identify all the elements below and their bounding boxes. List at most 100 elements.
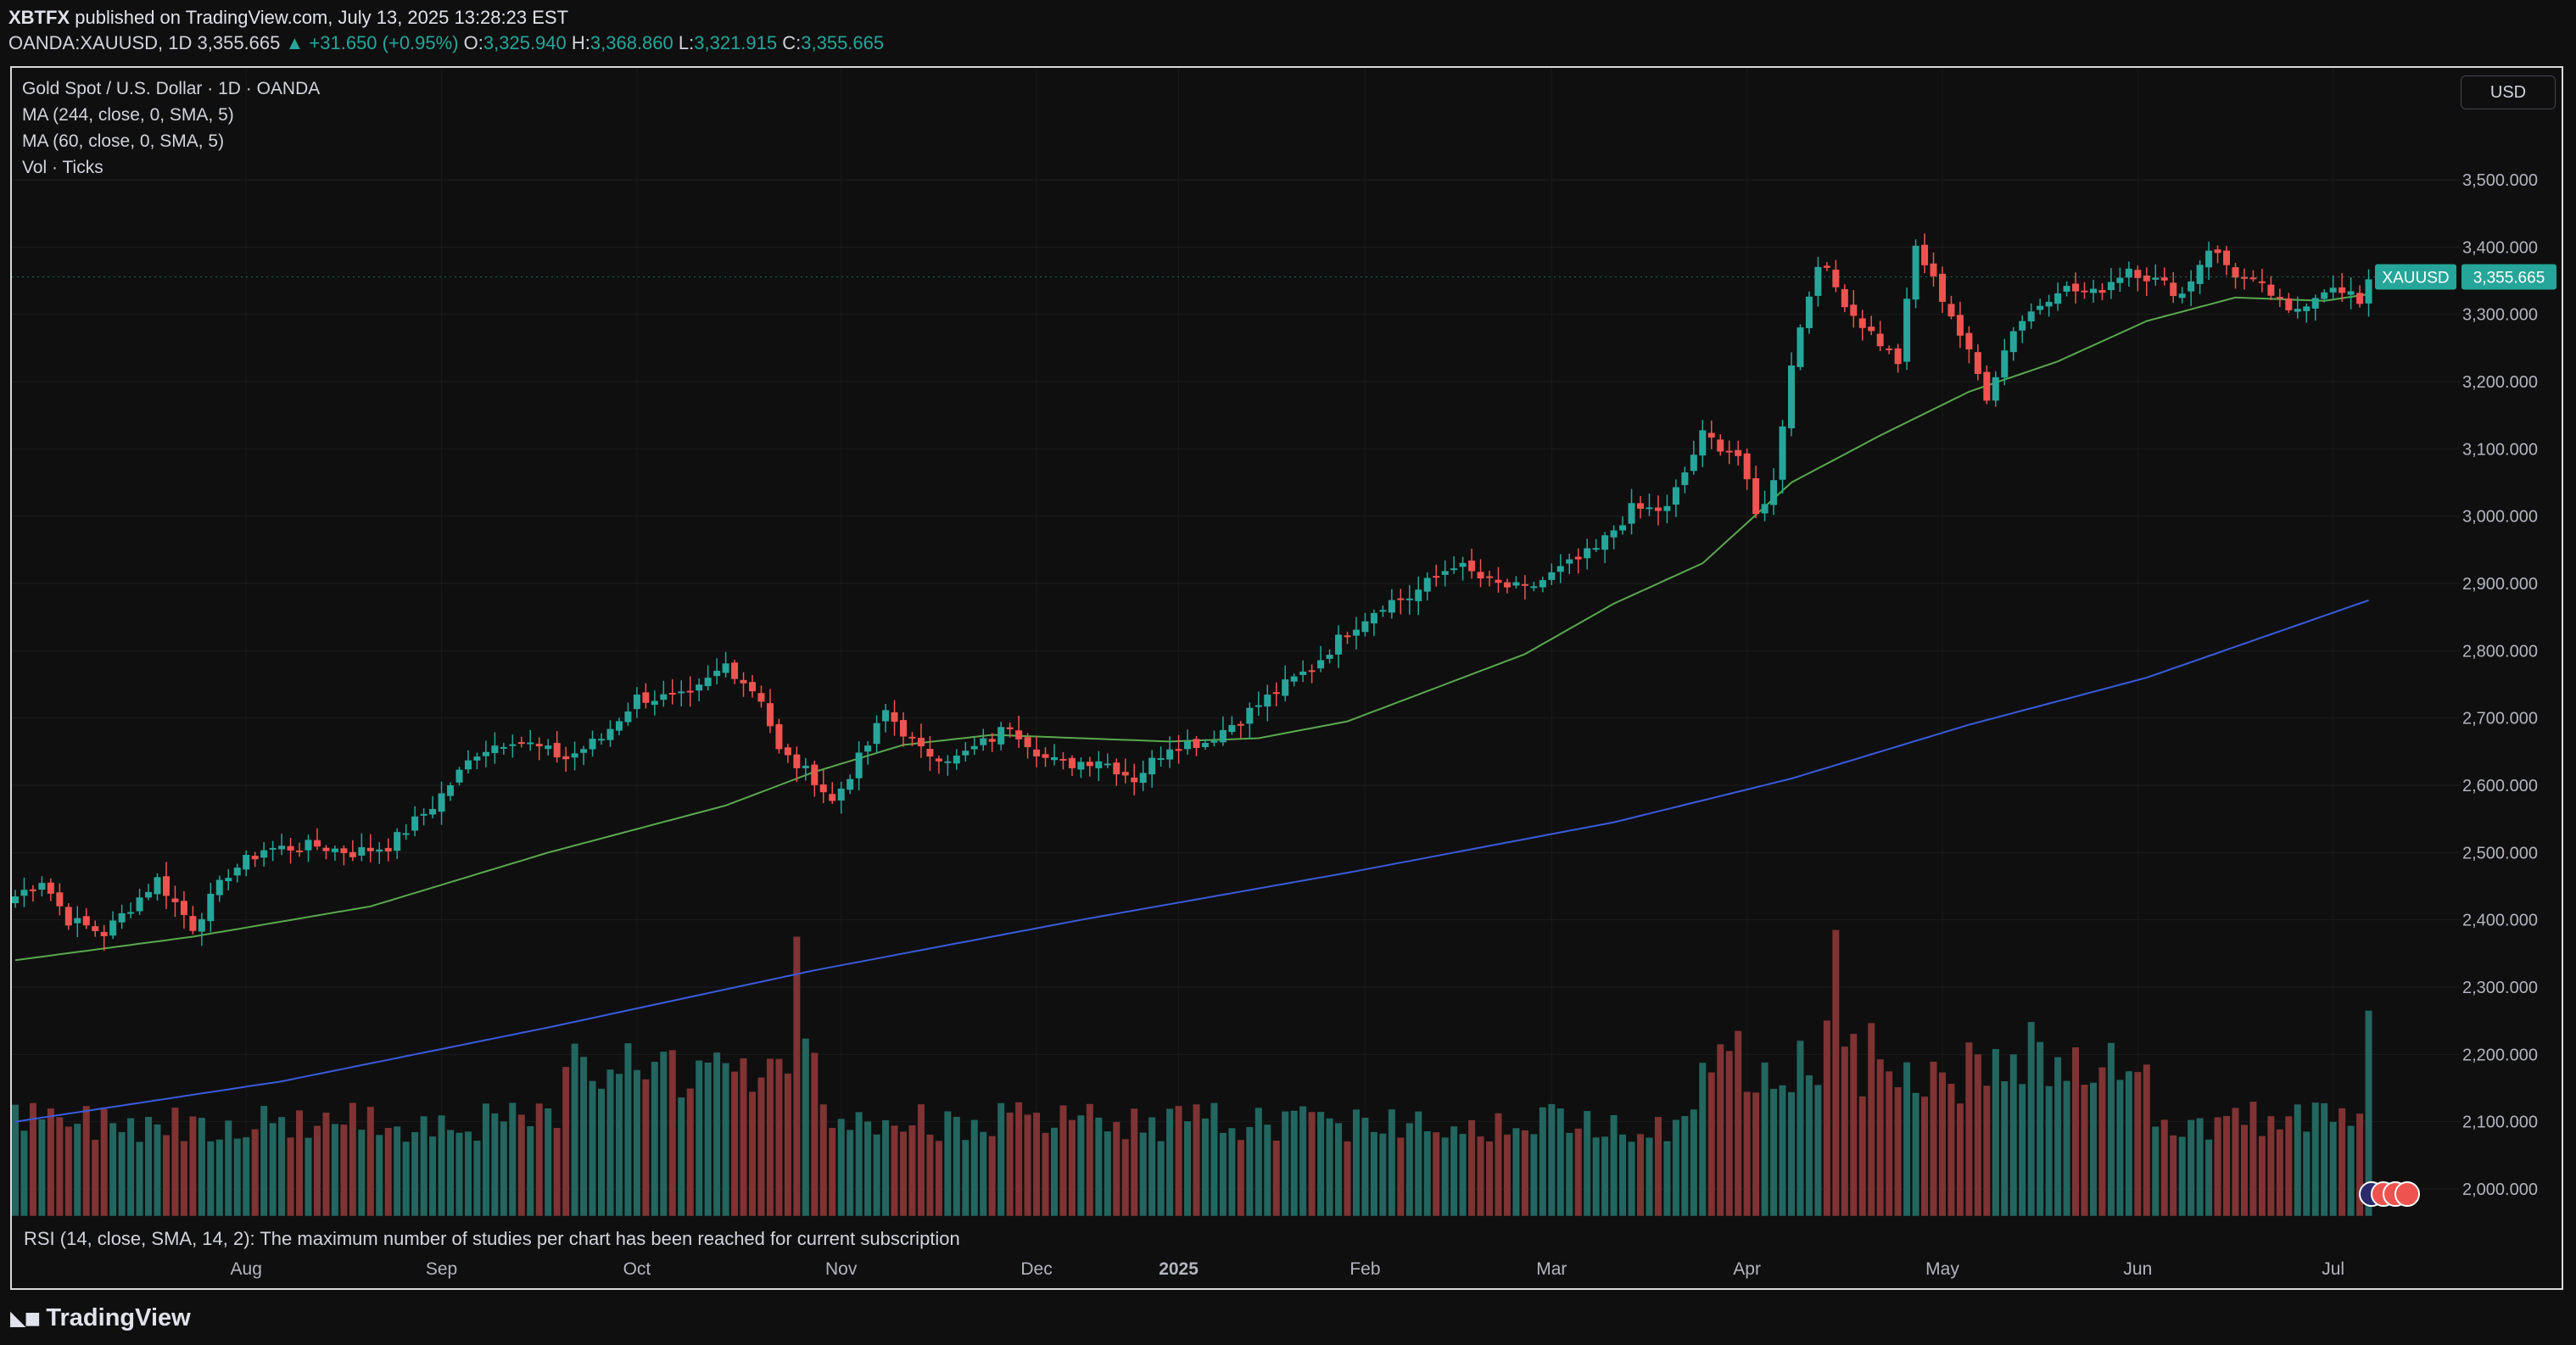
candle-body: [1858, 318, 1866, 328]
time-tick-label: Sep: [426, 1259, 457, 1279]
candle-body: [322, 847, 330, 851]
volume-bar: [1459, 1134, 1467, 1216]
volume-bar: [2054, 1057, 2062, 1216]
candle-body: [1468, 561, 1476, 572]
volume-bar: [2027, 1022, 2035, 1216]
candle-body: [1868, 326, 1875, 332]
candle-body: [1184, 741, 1192, 750]
volume-bar: [873, 1134, 880, 1216]
currency-button[interactable]: USD: [2461, 75, 2556, 109]
volume-bar: [1033, 1113, 1041, 1216]
volume-bar: [1193, 1104, 1200, 1216]
volume-bar: [1974, 1054, 1981, 1216]
candle-body: [243, 855, 250, 870]
candle-body: [1903, 299, 1911, 362]
tradingview-logo-icon: ◣◼: [10, 1307, 41, 1330]
volume-bar: [926, 1135, 934, 1216]
candle-body: [473, 756, 481, 761]
candle-body: [2170, 282, 2177, 297]
volume-bar: [1886, 1071, 1893, 1216]
volume-bar: [1637, 1134, 1645, 1216]
price-tick-label: 3,200.000: [2462, 373, 2538, 392]
volume-bar: [243, 1137, 250, 1216]
volume-bar: [322, 1112, 330, 1216]
volume-bar: [2089, 1082, 2097, 1216]
candle-body: [1717, 439, 1724, 452]
volume-bar: [1868, 1023, 1875, 1216]
candle-body: [1823, 265, 1830, 268]
volume-bar: [2009, 1054, 2017, 1216]
price-chart[interactable]: 3,500.000 3,400.000 3,300.000 3,200.000 3,10…: [0, 0, 2576, 1345]
candle-body: [366, 847, 374, 851]
legend-volume[interactable]: Vol · Ticks: [22, 158, 103, 178]
candle-body: [926, 749, 934, 757]
volume-bar: [2205, 1139, 2213, 1216]
volume-bar: [1006, 1112, 1014, 1216]
tradingview-brand[interactable]: ◣◼ TradingView: [10, 1304, 191, 1332]
volume-bar: [1272, 1140, 1280, 1216]
candle-body: [447, 784, 455, 796]
volume-bar: [1299, 1106, 1307, 1216]
volume-bar: [1397, 1137, 1405, 1216]
price-tick-label: 2,800.000: [2462, 642, 2538, 661]
ma60-path: [14, 293, 2369, 962]
volume-bar: [2347, 1125, 2355, 1216]
volume-bar: [47, 1108, 54, 1216]
legend-ma60[interactable]: MA (60, close, 0, SMA, 5): [22, 131, 224, 152]
candle-body: [376, 849, 383, 852]
candle-body: [1254, 705, 1262, 707]
candle-body: [1113, 762, 1120, 775]
candle-body: [1282, 679, 1289, 696]
volume-bar: [2311, 1102, 2319, 1216]
candle-body: [394, 832, 401, 851]
legend-title[interactable]: Gold Spot / U.S. Dollar · 1D · OANDA: [22, 79, 320, 99]
candle-body: [1370, 612, 1377, 624]
candle-body: [2356, 293, 2364, 304]
volume-bar: [970, 1119, 978, 1216]
gridlines: [12, 68, 2460, 1213]
candle-body: [980, 738, 987, 745]
volume-bar: [1282, 1111, 1289, 1216]
candle-body: [269, 847, 277, 850]
volume-bar: [118, 1131, 126, 1216]
candle-body: [1352, 629, 1360, 636]
volume-bar: [1228, 1128, 1236, 1216]
candle-body: [1974, 352, 1981, 374]
volume-bar: [1903, 1062, 1911, 1216]
time-tick-label: Feb: [1349, 1259, 1380, 1279]
candle-body: [1921, 244, 1929, 265]
candle-body: [545, 745, 552, 750]
volume-bar: [980, 1131, 987, 1216]
volume-bar: [2249, 1102, 2257, 1216]
candle-body: [1779, 426, 1786, 480]
volume-bar: [491, 1113, 499, 1216]
candle-body: [527, 742, 534, 745]
candle-body: [819, 784, 827, 793]
candle-body: [1770, 480, 1778, 505]
volume-bar: [740, 1058, 747, 1216]
candle-body: [2019, 321, 2026, 331]
volume-bar: [1050, 1127, 1058, 1216]
candle-body: [500, 746, 507, 749]
candle-body: [2223, 250, 2231, 265]
candle-body: [215, 879, 223, 896]
price-tick-label: 2,900.000: [2462, 575, 2538, 594]
legend-ma244[interactable]: MA (244, close, 0, SMA, 5): [22, 105, 234, 126]
price-tick-label: 2,000.000: [2462, 1180, 2538, 1199]
volume-bar: [1512, 1128, 1520, 1216]
volume-bar: [1584, 1111, 1591, 1216]
candle-body: [1947, 304, 1955, 317]
volume-bar: [2134, 1072, 2142, 1216]
candle-body: [1521, 583, 1528, 586]
candle-body: [1663, 505, 1671, 511]
volume-bar: [2240, 1125, 2248, 1216]
candle-body: [1219, 729, 1227, 743]
candle-body: [2152, 277, 2160, 280]
last-price-marker: XAUUSD 3,355.665: [12, 264, 2556, 1207]
volume-bar: [1352, 1109, 1360, 1216]
candle-body: [1619, 525, 1627, 531]
volume-bar: [997, 1102, 1005, 1216]
candle-body: [1805, 296, 1813, 328]
volume-bar: [686, 1088, 694, 1216]
candle-body: [1361, 621, 1369, 633]
